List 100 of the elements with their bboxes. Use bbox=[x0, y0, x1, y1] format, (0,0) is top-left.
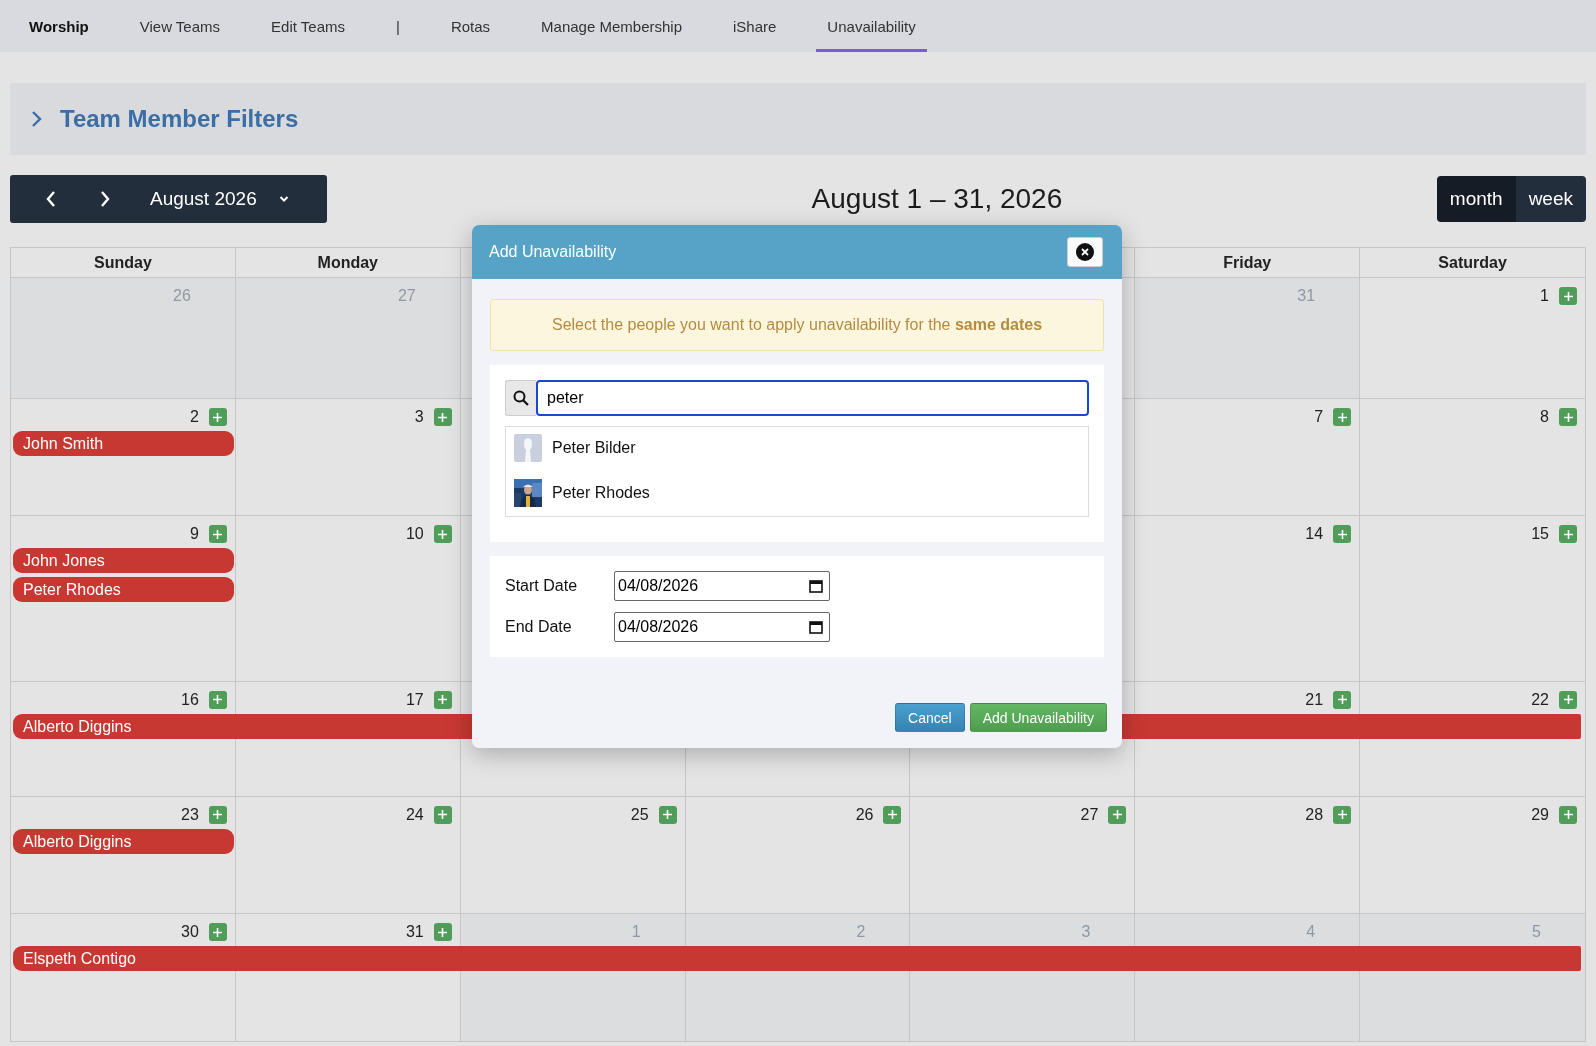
nav-tab[interactable]: Unavailability bbox=[816, 0, 927, 52]
calendar-icon bbox=[809, 579, 823, 593]
plus-icon bbox=[212, 926, 224, 938]
filters-toggle[interactable]: Team Member Filters bbox=[60, 105, 299, 133]
day-number: 31 bbox=[1297, 287, 1316, 305]
plus-icon bbox=[212, 528, 224, 540]
add-button[interactable] bbox=[1333, 690, 1352, 709]
add-button[interactable] bbox=[883, 805, 902, 824]
add-button[interactable] bbox=[1333, 525, 1352, 544]
add-button[interactable] bbox=[1333, 408, 1352, 427]
add-button[interactable] bbox=[1559, 805, 1577, 824]
add-button[interactable] bbox=[1559, 287, 1577, 305]
day-number: 27 bbox=[397, 287, 416, 305]
add-button[interactable] bbox=[208, 923, 227, 941]
add-button[interactable] bbox=[208, 805, 227, 824]
month-dropdown[interactable]: August 2026 bbox=[150, 188, 289, 210]
plus-icon bbox=[1336, 411, 1348, 423]
person-option[interactable]: Peter Bilder bbox=[552, 439, 636, 457]
view-button[interactable]: month bbox=[1436, 176, 1516, 222]
day-number: 21 bbox=[1305, 690, 1324, 709]
weekday-header: Saturday bbox=[1437, 252, 1508, 273]
avatar-icon bbox=[514, 434, 542, 462]
add-button[interactable] bbox=[1333, 805, 1352, 824]
date-field[interactable]: 04/08/2026 bbox=[614, 571, 830, 601]
date-field[interactable]: 04/08/2026 bbox=[614, 612, 830, 642]
field-label: End Date bbox=[505, 618, 573, 636]
nav-tab[interactable]: iShare bbox=[722, 0, 788, 52]
plus-icon bbox=[1111, 809, 1123, 821]
add-button[interactable] bbox=[1559, 525, 1577, 544]
plus-icon bbox=[1562, 290, 1574, 302]
add-button[interactable] bbox=[658, 805, 677, 824]
day-number: 1 bbox=[631, 923, 641, 941]
person-option[interactable]: Peter Rhodes bbox=[552, 484, 650, 502]
chevron-left-icon bbox=[45, 190, 57, 208]
day-number: 16 bbox=[181, 690, 199, 709]
day-number: 10 bbox=[405, 525, 424, 544]
plus-icon bbox=[1562, 809, 1574, 821]
day-number: 17 bbox=[405, 690, 424, 709]
day-number: 14 bbox=[1305, 525, 1324, 544]
day-number: 27 bbox=[1080, 805, 1099, 824]
weekday-header: Friday bbox=[1135, 248, 1361, 277]
add-button[interactable] bbox=[433, 525, 452, 544]
day-number: 24 bbox=[405, 805, 424, 824]
add-button[interactable] bbox=[1559, 690, 1577, 709]
add-button[interactable] bbox=[208, 408, 227, 427]
nav-tab[interactable]: Edit Teams bbox=[260, 0, 356, 52]
search-field[interactable]: peter bbox=[536, 380, 1089, 416]
add-button[interactable] bbox=[1559, 408, 1577, 427]
event-bar[interactable]: John Smith bbox=[13, 431, 234, 457]
plus-icon bbox=[1562, 528, 1574, 540]
plus-icon bbox=[212, 694, 224, 706]
plus-icon bbox=[886, 809, 898, 821]
event-bar[interactable]: Peter Rhodes bbox=[13, 577, 234, 603]
add-button[interactable] bbox=[433, 805, 452, 824]
view-button[interactable]: week bbox=[1515, 176, 1586, 222]
day-number: 2 bbox=[856, 923, 866, 941]
day-number: 9 bbox=[189, 525, 199, 544]
chevron-right-icon bbox=[99, 190, 111, 208]
day-number: 15 bbox=[1531, 525, 1549, 544]
close-icon bbox=[1076, 243, 1094, 261]
plus-icon bbox=[437, 528, 449, 540]
plus-icon bbox=[1336, 809, 1348, 821]
plus-icon bbox=[212, 411, 224, 423]
plus-icon bbox=[662, 809, 674, 821]
day-number: 2 bbox=[189, 408, 199, 427]
day-number: 8 bbox=[1540, 408, 1549, 427]
plus-icon bbox=[437, 694, 449, 706]
day-number: 26 bbox=[855, 805, 874, 824]
weekday-header: Sunday bbox=[11, 248, 236, 277]
event-bar[interactable]: Alberto Diggins bbox=[13, 828, 234, 854]
add-button[interactable] bbox=[1108, 805, 1127, 824]
day-number: 25 bbox=[630, 805, 649, 824]
day-number: 28 bbox=[1305, 805, 1324, 824]
caret-icon bbox=[278, 195, 289, 203]
weekday-header: Monday bbox=[235, 248, 461, 277]
modal-title: Add Unavailability bbox=[489, 243, 617, 261]
day-number: 7 bbox=[1314, 408, 1324, 427]
day-number: 4 bbox=[1306, 923, 1316, 941]
plus-icon bbox=[437, 411, 449, 423]
day-number: 22 bbox=[1531, 690, 1549, 709]
plus-icon bbox=[1336, 694, 1348, 706]
event-bar[interactable]: John Jones bbox=[13, 548, 234, 574]
nav-tab[interactable]: Worship bbox=[18, 0, 100, 52]
day-number: 3 bbox=[414, 408, 424, 427]
day-number: 5 bbox=[1532, 923, 1541, 941]
event-bar[interactable]: Elspeth Contigo bbox=[13, 946, 1581, 971]
day-number: 29 bbox=[1531, 805, 1549, 824]
close-button[interactable] bbox=[1067, 237, 1103, 267]
nav-tab[interactable]: Rotas bbox=[439, 0, 502, 52]
day-number: 26 bbox=[173, 287, 191, 305]
add-button[interactable] bbox=[208, 525, 227, 544]
add-button[interactable] bbox=[433, 923, 452, 941]
add-button[interactable] bbox=[433, 690, 452, 709]
nav-tab[interactable]: View Teams bbox=[128, 0, 232, 52]
field-label: Start Date bbox=[505, 577, 579, 595]
add-button[interactable] bbox=[208, 690, 227, 709]
plus-icon bbox=[1336, 528, 1348, 540]
plus-icon bbox=[437, 926, 449, 938]
add-button[interactable] bbox=[433, 408, 452, 427]
nav-tab[interactable]: Manage Membership bbox=[530, 0, 693, 52]
